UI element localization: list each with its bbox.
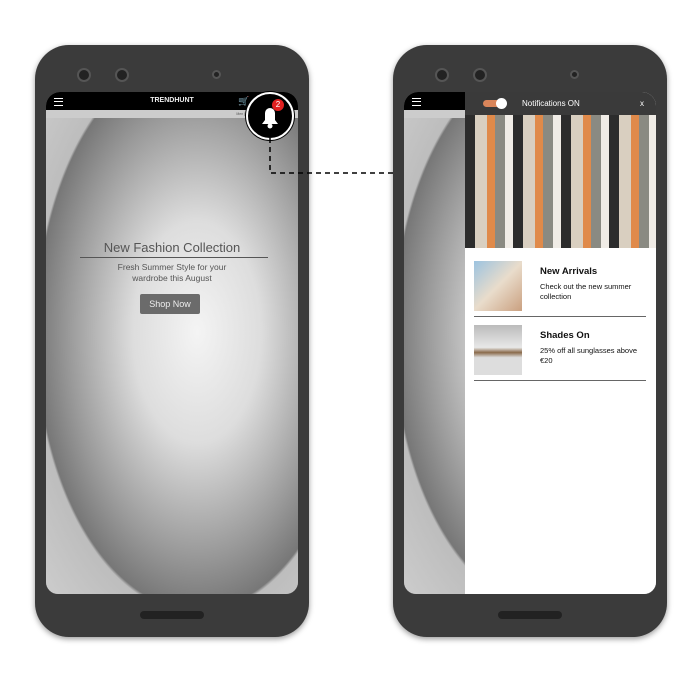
- sunglasses-thumbnail: [474, 325, 522, 375]
- menu-icon[interactable]: [412, 98, 421, 106]
- item-text: 25% off all sunglasses above €20: [540, 346, 638, 365]
- item-title: Shades On: [540, 330, 590, 341]
- notification-count-badge: 2: [272, 99, 284, 111]
- notification-item[interactable]: New Arrivals Check out the new summer co…: [474, 256, 646, 317]
- hero-subtitle: Fresh Summer Style for your wardrobe this…: [117, 262, 227, 283]
- panel-header: Notifications ON x: [465, 92, 656, 115]
- shop-now-button[interactable]: Shop Now: [140, 294, 200, 314]
- notification-item[interactable]: Shades On 25% off all sunglasses above €…: [474, 320, 646, 381]
- bell-icon: [262, 108, 278, 129]
- bottom-speaker: [140, 611, 204, 619]
- notifications-panel: Notifications ON x New Arrivals Check ou…: [465, 92, 656, 594]
- camera: [77, 68, 91, 82]
- item-title: New Arrivals: [540, 266, 598, 277]
- divider: [80, 257, 268, 258]
- camera: [473, 68, 487, 82]
- brand-logo[interactable]: TRENDHUNT: [150, 97, 194, 104]
- camera: [435, 68, 449, 82]
- sensor: [212, 70, 221, 79]
- right-phone: Notifications ON x New Arrivals Check ou…: [393, 45, 667, 637]
- panel-title: Notifications ON: [522, 99, 580, 108]
- camera: [115, 68, 129, 82]
- hero-title: New Fashion Collection: [103, 240, 241, 255]
- phone-screen: TRENDHUNT 🛒 Men | Women New Fashion Coll…: [46, 92, 298, 594]
- notifications-toggle[interactable]: [483, 98, 507, 109]
- new-arrivals-thumbnail: [474, 261, 522, 311]
- close-button[interactable]: x: [640, 92, 644, 115]
- item-text: Check out the new summer collection: [540, 282, 632, 301]
- notification-bell-button[interactable]: 2: [246, 92, 294, 140]
- clothes-rack-image: [465, 115, 656, 248]
- phone-screen: Notifications ON x New Arrivals Check ou…: [404, 92, 656, 594]
- sensor: [570, 70, 579, 79]
- bottom-speaker: [498, 611, 562, 619]
- menu-icon[interactable]: [54, 98, 63, 106]
- hero-image: [46, 118, 298, 594]
